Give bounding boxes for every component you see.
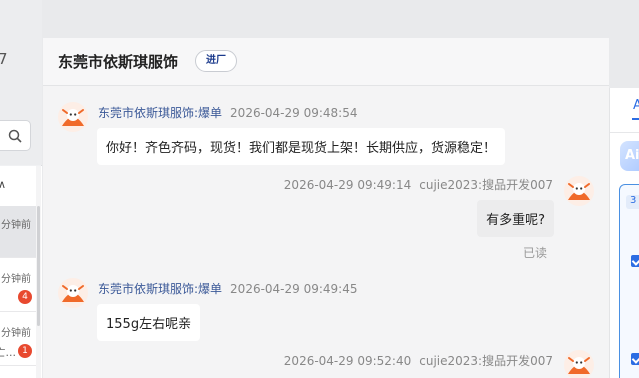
message-time: 2026-04-29 09:49:45 <box>230 282 358 296</box>
unread-badge: 4 <box>18 290 32 304</box>
chat-title: 东莞市依斯琪服饰 <box>58 53 179 71</box>
message-header: 东莞市依斯琪服饰:爆单 2026-04-29 09:48:54 <box>98 104 358 121</box>
user-avatar-icon[interactable] <box>564 350 594 378</box>
sender-name: 东莞市依斯琪服饰:爆单 <box>98 282 223 296</box>
seller-avatar-icon[interactable] <box>58 102 88 132</box>
search-button[interactable] <box>0 120 31 151</box>
card-number: 3 <box>626 195 639 209</box>
divider <box>610 132 639 133</box>
message-time: 2026-04-29 09:48:54 <box>230 106 358 120</box>
conversation-preview: 亡... <box>0 346 16 359</box>
sidebar-header: 7 <box>0 0 42 165</box>
status-tag[interactable]: 进厂 <box>195 50 237 72</box>
conversation-time: 分钟前 <box>1 220 31 231</box>
sender-name: cujie2023:搜品开发007 <box>419 354 553 368</box>
sidebar-scrollbar[interactable] <box>36 166 41 378</box>
active-tab-indicator <box>632 118 639 120</box>
message-header: 2026-04-29 09:52:40 cujie2023:搜品开发007 <box>284 352 553 369</box>
message-header: 东莞市依斯琪服饰:爆单 2026-04-29 09:49:45 <box>98 280 358 297</box>
sidebar-header-glyph: 7 <box>0 50 8 68</box>
message-bubble: 155g左右呢亲 <box>97 304 201 341</box>
checkbox-checked-icon[interactable] <box>631 353 639 365</box>
chat-panel: 东莞市依斯琪服饰 进厂 东莞市依斯琪服饰:爆单 2026-04-29 09:48:… <box>43 38 609 378</box>
message-bubble: 你好！齐色齐码，现货！我们都是现货上架！长期供应，货源稳定！ <box>97 128 506 165</box>
conversation-time: 分钟前 <box>1 274 31 285</box>
conversation-item[interactable]: 分钟前 4 <box>0 258 36 312</box>
message-header: 2026-04-29 09:49:14 cujie2023:搜品开发007 <box>284 176 553 193</box>
chat-header: 东莞市依斯琪服饰 进厂 <box>43 38 609 86</box>
message-time: 2026-04-29 09:52:40 <box>283 354 412 368</box>
assistant-panel: A Ai 3 <box>609 88 639 378</box>
conversation-item[interactable]: 分钟前 亡... 1 <box>0 312 36 366</box>
panel-tab[interactable]: A <box>633 98 639 113</box>
sender-name: cujie2023:搜品开发007 <box>419 178 553 192</box>
user-avatar-icon[interactable] <box>564 176 594 206</box>
message-bubble: 有多重呢? <box>477 200 554 237</box>
unread-badge: 1 <box>18 344 32 358</box>
conversation-item[interactable]: 分钟前 <box>0 206 36 258</box>
message-time: 2026-04-29 09:49:14 <box>283 178 412 192</box>
conversation-sidebar: 7 ∧ 分钟前 分钟前 4 分钟前 亡... 1 <box>0 0 42 378</box>
conversation-time: 分钟前 <box>1 328 31 339</box>
read-status: 已读 <box>522 246 547 260</box>
seller-avatar-icon[interactable] <box>58 278 88 308</box>
suggestion-card: 3 <box>619 184 639 378</box>
search-icon <box>8 129 22 143</box>
collapse-toggle[interactable]: ∧ <box>0 178 6 191</box>
checkbox-checked-icon[interactable] <box>631 255 639 267</box>
ai-assistant-button[interactable]: Ai <box>620 141 639 171</box>
sender-name: 东莞市依斯琪服饰:爆单 <box>98 106 223 120</box>
